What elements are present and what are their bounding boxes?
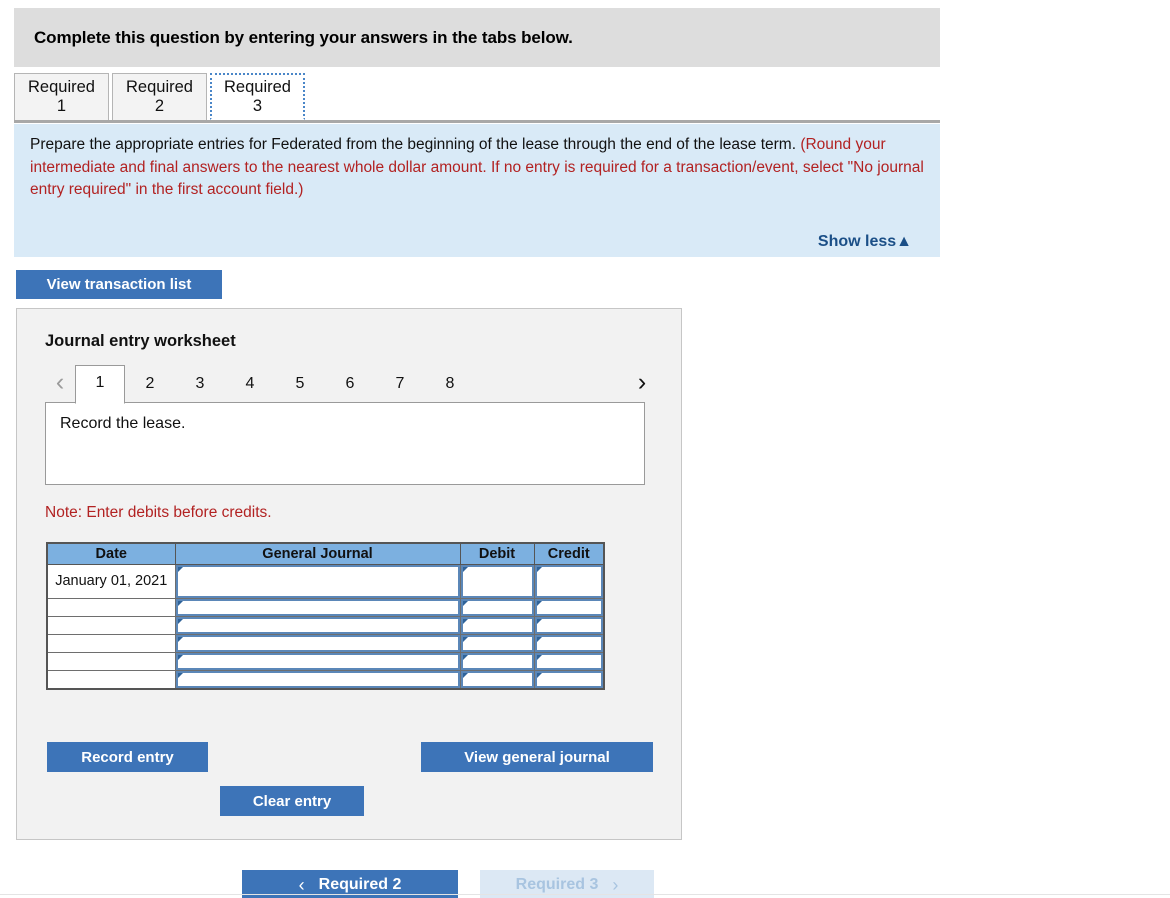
chevron-left-icon[interactable]: ‹ — [45, 366, 75, 404]
table-row — [46, 669, 605, 689]
debit-input-6[interactable] — [460, 670, 534, 688]
cell-debit-2[interactable] — [459, 597, 535, 617]
table-row — [46, 651, 605, 671]
tab-required-2-number: 2 — [154, 97, 165, 115]
credit-input-5[interactable] — [534, 652, 603, 670]
credit-input-1[interactable] — [534, 564, 603, 598]
pager-page-3[interactable]: 3 — [175, 366, 225, 404]
cell-general-journal-5[interactable] — [174, 651, 461, 671]
worksheet-pager: ‹ 1 2 3 4 5 6 7 8 › — [45, 364, 657, 404]
table-row — [46, 633, 605, 653]
footer-divider — [0, 894, 1170, 895]
show-less-link[interactable]: Show less▲ — [818, 233, 912, 251]
pager-page-5[interactable]: 5 — [275, 366, 325, 404]
credit-input-6[interactable] — [534, 670, 603, 688]
transaction-description-text: Record the lease. — [60, 415, 186, 432]
chevron-left-icon: ‹ — [298, 874, 305, 895]
instructions-text: Prepare the appropriate entries for Fede… — [30, 134, 924, 202]
cell-general-journal-2[interactable] — [174, 597, 461, 617]
cell-date-2 — [46, 597, 176, 617]
column-header-credit: Credit — [533, 542, 605, 565]
record-entry-button[interactable]: Record entry — [47, 742, 208, 772]
view-transaction-list-button[interactable]: View transaction list — [16, 270, 222, 299]
tab-required-2[interactable]: Required 2 — [112, 73, 207, 120]
journal-entry-table: Date General Journal Debit Credit Januar… — [46, 542, 605, 690]
credit-input-2[interactable] — [534, 598, 603, 616]
cell-credit-4[interactable] — [533, 633, 605, 653]
next-required-3-label: Required 3 — [515, 876, 599, 893]
debits-before-credits-note: Note: Enter debits before credits. — [45, 504, 272, 521]
pager-page-6[interactable]: 6 — [325, 366, 375, 404]
cell-general-journal-3[interactable] — [174, 615, 461, 635]
tab-required-1-number: 1 — [56, 97, 67, 115]
debit-input-4[interactable] — [460, 634, 534, 652]
pager-page-4[interactable]: 4 — [225, 366, 275, 404]
cell-debit-3[interactable] — [459, 615, 535, 635]
debit-input-1[interactable] — [460, 564, 534, 598]
cell-credit-6[interactable] — [533, 669, 605, 689]
tab-required-2-label: Required — [126, 78, 193, 96]
pager-page-7[interactable]: 7 — [375, 366, 425, 404]
pager-page-2[interactable]: 2 — [125, 366, 175, 404]
table-row — [46, 597, 605, 617]
journal-entry-worksheet-panel: Journal entry worksheet ‹ 1 2 3 4 5 6 7 … — [16, 308, 682, 840]
cell-debit-4[interactable] — [459, 633, 535, 653]
page-title: Complete this question by entering your … — [34, 27, 573, 47]
cell-credit-5[interactable] — [533, 651, 605, 671]
tab-required-3-label: Required — [224, 77, 291, 96]
cell-debit-6[interactable] — [459, 669, 535, 689]
cell-date-5 — [46, 651, 176, 671]
worksheet-title: Journal entry worksheet — [45, 332, 236, 350]
pager-page-8[interactable]: 8 — [425, 366, 475, 404]
debit-input-5[interactable] — [460, 652, 534, 670]
credit-input-4[interactable] — [534, 634, 603, 652]
credit-input-3[interactable] — [534, 616, 603, 634]
column-header-date: Date — [46, 542, 176, 565]
account-select-4[interactable] — [175, 634, 460, 652]
cell-general-journal-4[interactable] — [174, 633, 461, 653]
tab-required-3-number: 3 — [252, 96, 263, 115]
cell-debit-5[interactable] — [459, 651, 535, 671]
instructions-panel: Prepare the appropriate entries for Fede… — [14, 124, 940, 257]
view-general-journal-button[interactable]: View general journal — [421, 742, 653, 772]
tab-required-3[interactable]: Required 3 — [210, 73, 305, 120]
column-header-general-journal: General Journal — [174, 542, 461, 565]
cell-date-6 — [46, 669, 176, 689]
debit-input-3[interactable] — [460, 616, 534, 634]
table-header-row: Date General Journal Debit Credit — [46, 542, 605, 565]
instructions-bold-part: Prepare the appropriate entries for Fede… — [30, 136, 801, 153]
cell-date-3 — [46, 615, 176, 635]
page-root: Complete this question by entering your … — [0, 0, 1170, 898]
clear-entry-button[interactable]: Clear entry — [220, 786, 364, 816]
prev-required-2-label: Required 2 — [318, 876, 402, 893]
cell-date-1: January 01, 2021 — [46, 563, 176, 599]
cell-general-journal-6[interactable] — [174, 669, 461, 689]
pager-page-1[interactable]: 1 — [75, 365, 125, 404]
account-select-5[interactable] — [175, 652, 460, 670]
tab-required-1[interactable]: Required 1 — [14, 73, 109, 120]
required-tabs: Required 1 Required 2 Required 3 — [14, 73, 940, 123]
transaction-description-box: Record the lease. — [45, 402, 645, 485]
cell-credit-3[interactable] — [533, 615, 605, 635]
chevron-right-icon[interactable]: › — [627, 366, 657, 404]
debit-input-2[interactable] — [460, 598, 534, 616]
cell-credit-2[interactable] — [533, 597, 605, 617]
cell-credit-1[interactable] — [533, 563, 605, 599]
column-header-debit: Debit — [459, 542, 535, 565]
cell-date-4 — [46, 633, 176, 653]
account-select-6[interactable] — [175, 670, 460, 688]
question-header-bar: Complete this question by entering your … — [14, 8, 940, 67]
cell-debit-1[interactable] — [459, 563, 535, 599]
cell-general-journal-1[interactable] — [174, 563, 461, 599]
tab-required-1-label: Required — [28, 78, 95, 96]
table-row — [46, 615, 605, 635]
account-select-3[interactable] — [175, 616, 460, 634]
chevron-right-icon: › — [612, 874, 619, 895]
account-select-2[interactable] — [175, 598, 460, 616]
table-row: January 01, 2021 — [46, 563, 605, 599]
account-select-1[interactable] — [175, 564, 460, 598]
